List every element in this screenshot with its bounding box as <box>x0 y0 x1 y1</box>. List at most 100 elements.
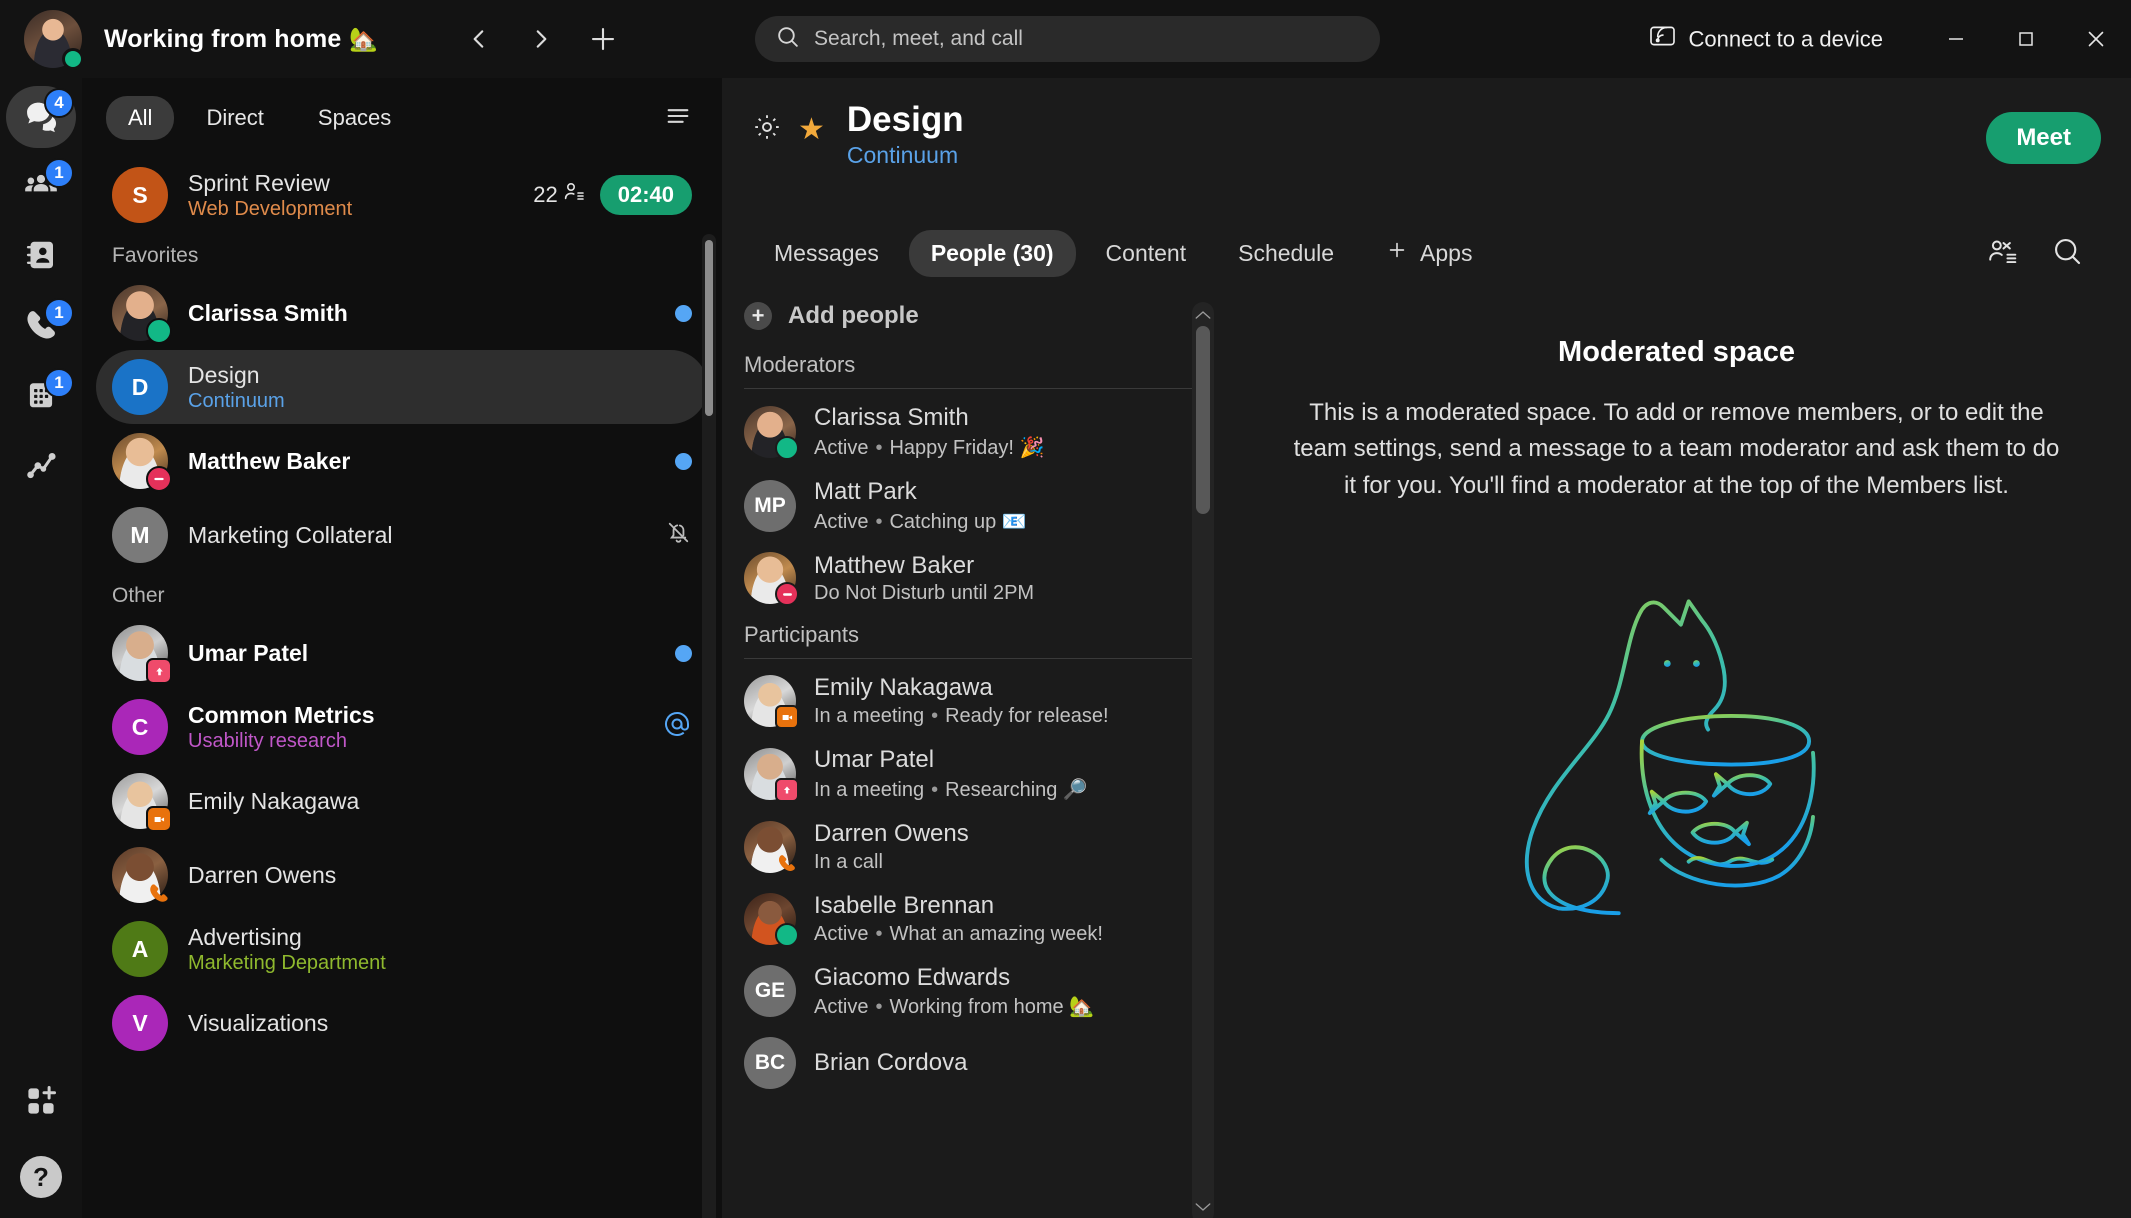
conversation-row-clarissa-smith[interactable]: Clarissa Smith <box>96 276 708 350</box>
rail-item-contacts[interactable] <box>6 226 76 288</box>
conversation-subtitle: Marketing Department <box>188 951 386 974</box>
conversation-meta <box>675 452 692 470</box>
app-body: 4 1 1 1 ? All Direct Spaces S Sprint Rev… <box>0 78 2131 1218</box>
close-button[interactable] <box>2061 0 2131 78</box>
search-input[interactable]: Search, meet, and call <box>755 16 1380 62</box>
help-button[interactable]: ? <box>20 1156 62 1198</box>
back-button[interactable] <box>456 16 502 62</box>
tab-schedule[interactable]: Schedule <box>1216 230 1356 277</box>
conversation-text: Visualizations <box>188 1010 692 1037</box>
person-row-matt-park[interactable]: MP Matt Park Active • Catching up 📧 <box>738 469 1222 543</box>
tab-apps[interactable]: Apps <box>1364 229 1494 277</box>
avatar <box>744 748 799 803</box>
space-header: ★ Design Continuum Meet <box>722 78 2131 218</box>
person-status: In a call <box>814 850 883 873</box>
person-status: Active • Working from home 🏡 <box>814 994 1094 1019</box>
moderated-space-info-panel: Moderated space This is a moderated spac… <box>1222 288 2131 1218</box>
meet-button[interactable]: Meet <box>1986 112 2101 164</box>
conversation-row-common-metrics[interactable]: C Common Metrics Usability research <box>96 690 708 764</box>
conversation-name: Emily Nakagawa <box>188 787 360 814</box>
person-message: Catching up 📧 <box>889 510 1027 533</box>
person-name: Brian Cordova <box>814 1048 968 1076</box>
user-avatar[interactable] <box>24 10 84 70</box>
filter-chip-all[interactable]: All <box>106 96 175 140</box>
tab-content[interactable]: Content <box>1084 230 1209 277</box>
search-icon[interactable] <box>2051 235 2083 272</box>
page-title: Design <box>846 100 964 139</box>
person-row-clarissa-smith[interactable]: Clarissa Smith Active • Happy Friday! 🎉 <box>738 395 1222 469</box>
people-scrollbar-thumb[interactable] <box>1196 326 1210 514</box>
conversation-row-design[interactable]: D Design Continuum <box>96 350 708 424</box>
rail-item-messaging[interactable]: 4 <box>6 86 76 148</box>
filter-list-icon[interactable] <box>658 96 698 141</box>
people-scrollbar[interactable] <box>1192 302 1214 1218</box>
tab-messages[interactable]: Messages <box>752 230 901 277</box>
connect-to-device-button[interactable]: Connect to a device <box>1649 25 1883 54</box>
filter-chip-spaces[interactable]: Spaces <box>296 96 413 140</box>
conversation-row-darren-owens[interactable]: Darren Owens <box>96 838 708 912</box>
person-row-brian-cordova[interactable]: BC Brian Cordova <box>738 1028 1222 1098</box>
forward-button[interactable] <box>518 16 564 62</box>
plus-icon <box>1386 239 1408 267</box>
avatar: A <box>112 921 168 977</box>
maximize-button[interactable] <box>1991 0 2061 78</box>
analytics-icon <box>22 446 60 489</box>
meeting-timer[interactable]: 02:40 <box>599 175 692 215</box>
user-status-text[interactable]: Working from home 🏡 <box>104 25 378 54</box>
conversation-meta <box>675 304 692 322</box>
conversation-scrollbar-thumb[interactable] <box>705 240 713 416</box>
person-row-umar-patel[interactable]: Umar Patel In a meeting • Researching 🔎 <box>738 737 1222 811</box>
space-team-name[interactable]: Continuum <box>847 142 964 169</box>
person-status: Active • What an amazing week! <box>814 923 1103 946</box>
chevron-up-icon[interactable] <box>1194 308 1212 326</box>
conversation-row-matthew-baker[interactable]: Matthew Baker <box>96 424 708 498</box>
conversation-row-visualizations[interactable]: V Visualizations <box>96 986 708 1060</box>
star-icon[interactable]: ★ <box>798 114 825 145</box>
conversation-text: Emily Nakagawa <box>188 788 692 815</box>
gear-icon[interactable] <box>752 112 782 147</box>
conversation-scroll-area[interactable]: S Sprint Review Web Development 22 02:40… <box>82 158 722 1218</box>
status-emoji: 🏡 <box>349 25 379 52</box>
rail-item-teams[interactable]: 1 <box>6 156 76 218</box>
rail-item-insights[interactable] <box>6 436 76 498</box>
conversation-row-umar-patel[interactable]: Umar Patel <box>96 616 708 690</box>
avatar-initial: D <box>112 359 168 415</box>
chevron-down-icon[interactable] <box>1194 1200 1212 1218</box>
person-row-emily-nakagawa[interactable]: Emily Nakagawa In a meeting • Ready for re… <box>738 665 1222 737</box>
conversation-subtitle: Usability research <box>188 729 347 752</box>
avatar: C <box>112 699 168 755</box>
new-item-button[interactable] <box>580 16 626 62</box>
person-name: Emily Nakagawa <box>814 674 993 702</box>
rail-badge-calling: 1 <box>44 298 74 328</box>
rail-item-apps[interactable] <box>6 1072 76 1134</box>
person-row-isabelle-brennan[interactable]: Isabelle Brennan Active • What an amazing … <box>738 883 1222 955</box>
presence-badge-active <box>146 318 172 344</box>
active-meeting-row[interactable]: S Sprint Review Web Development 22 02:40 <box>96 158 708 232</box>
avatar: V <box>112 995 168 1051</box>
person-status-value: Active <box>814 510 869 533</box>
people-list-panel: + Add people Moderators Clarissa Smith A… <box>722 288 1222 1218</box>
presence-badge-active <box>775 922 799 947</box>
rail-item-calling[interactable]: 1 <box>6 296 76 358</box>
conversation-row-marketing-collateral[interactable]: M Marketing Collateral <box>96 498 708 572</box>
rail-item-meetings[interactable]: 1 <box>6 366 76 428</box>
person-row-matthew-baker[interactable]: Matthew Baker Do Not Disturb until 2PM <box>738 543 1222 615</box>
info-title: Moderated space <box>1558 336 1795 368</box>
person-row-darren-owens[interactable]: Darren Owens In a call <box>738 811 1222 883</box>
info-description: This is a moderated space. To add or rem… <box>1293 399 2060 499</box>
conversation-row-advertising[interactable]: A Advertising Marketing Department <box>96 912 708 986</box>
webex-app-window: Working from home 🏡 Search, meet, and cal… <box>0 0 2131 1218</box>
space-body: + Add people Moderators Clarissa Smith A… <box>722 288 2131 1218</box>
conversation-name: Clarissa Smith <box>188 299 348 326</box>
filter-chip-direct[interactable]: Direct <box>184 96 285 140</box>
space-members-icon[interactable] <box>1987 236 2019 271</box>
avatar <box>112 625 172 684</box>
conversation-scrollbar[interactable] <box>702 234 716 1218</box>
conversation-row-emily-nakagawa[interactable]: Emily Nakagawa <box>96 764 708 838</box>
add-people-button[interactable]: + Add people <box>738 288 1222 344</box>
conversation-text: Matthew Baker <box>188 448 655 475</box>
minimize-button[interactable] <box>1921 0 1991 78</box>
tab-people[interactable]: People (30) <box>908 229 1076 277</box>
person-status-value: In a meeting <box>814 778 925 801</box>
person-row-giacomo-edwards[interactable]: GE Giacomo Edwards Active • Working from h… <box>738 955 1222 1029</box>
